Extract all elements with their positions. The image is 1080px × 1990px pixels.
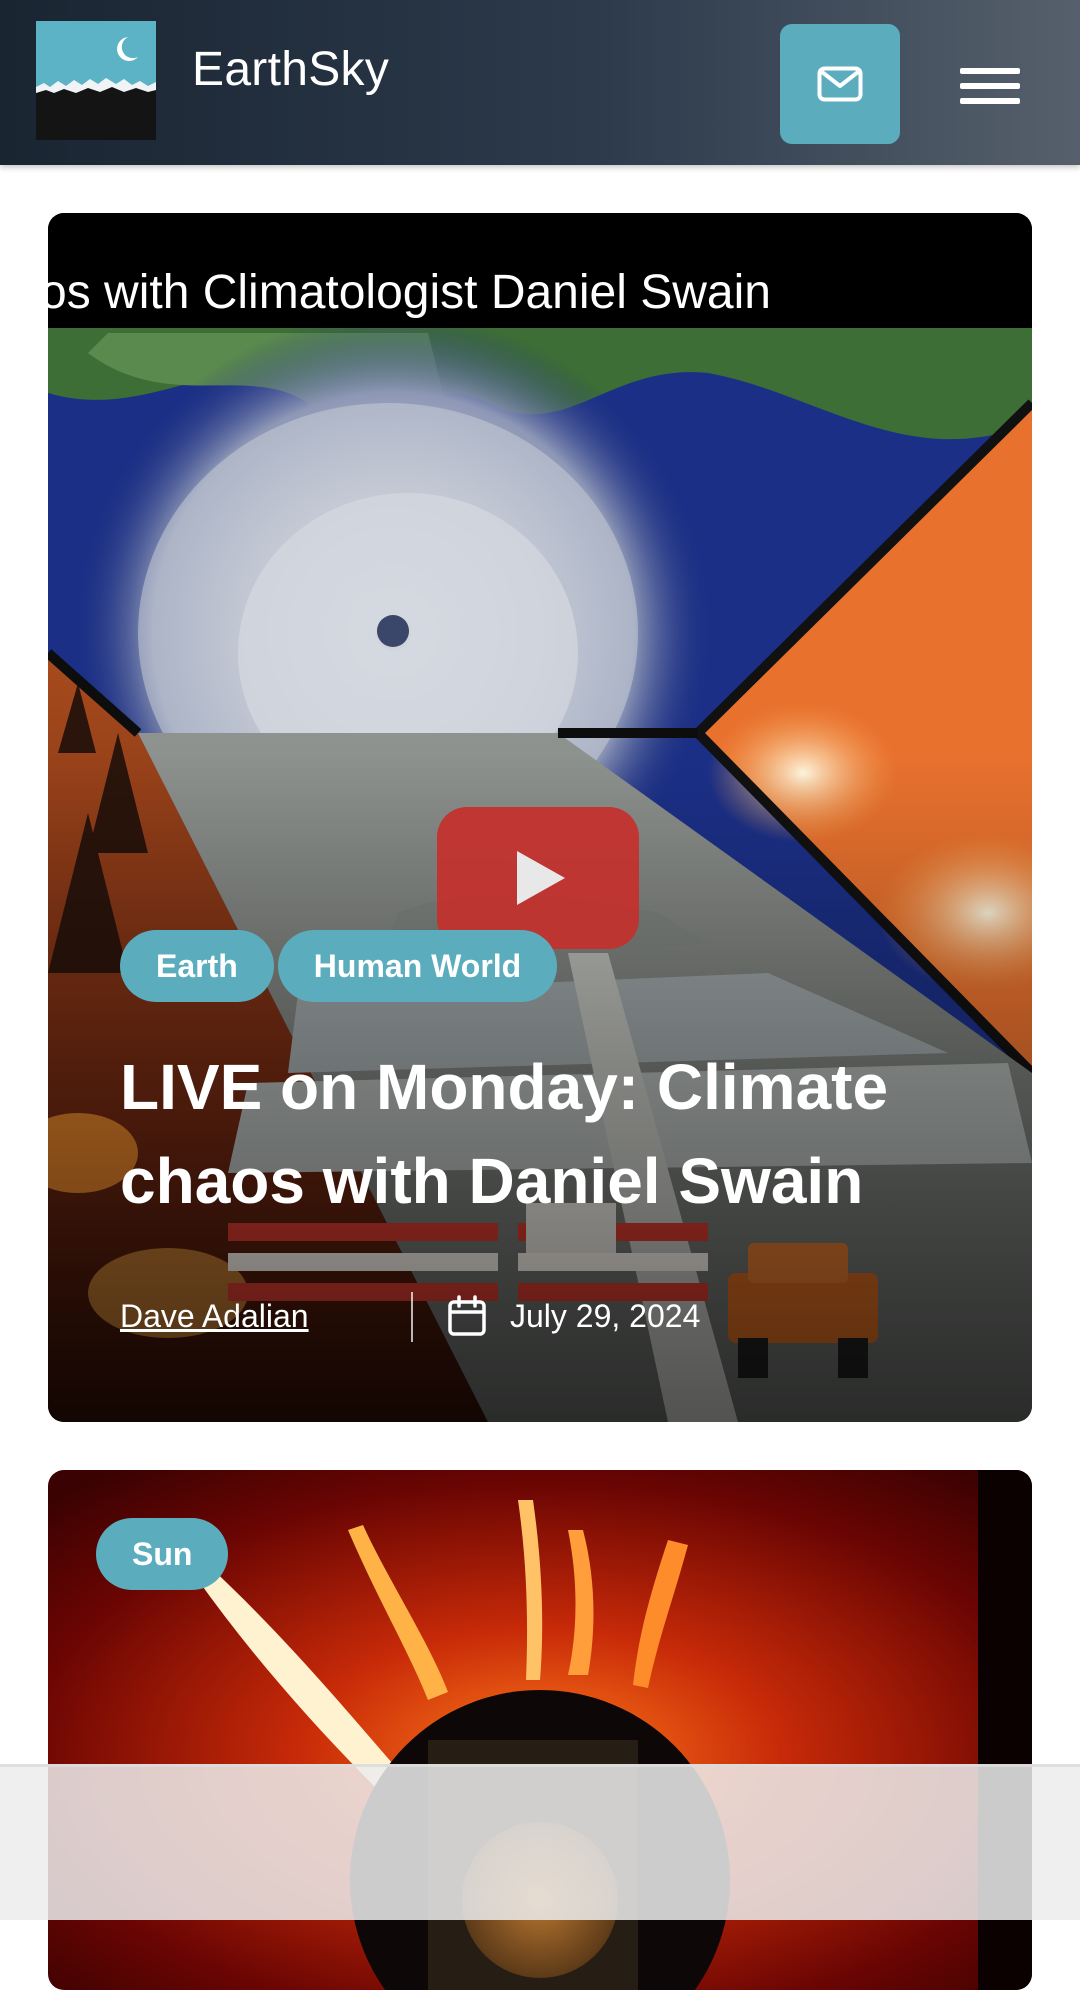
video-play-button[interactable] xyxy=(437,807,639,949)
hamburger-menu-icon xyxy=(960,83,1020,89)
category-tag-sun[interactable]: Sun xyxy=(96,1518,229,1590)
site-header: EarthSky xyxy=(0,0,1080,165)
site-name[interactable]: EarthSky xyxy=(192,42,389,98)
calendar-icon xyxy=(448,1295,486,1336)
featured-post-card[interactable]: os with Climatologist Daniel Swain Earth… xyxy=(48,213,1032,1422)
post-date: July 29, 2024 xyxy=(510,1298,701,1334)
hamburger-menu-icon xyxy=(960,98,1020,104)
post-title[interactable]: LIVE on Monday: Climate chaos with Danie… xyxy=(120,1040,960,1228)
bottom-banner-overlay xyxy=(0,1764,1080,1920)
mail-icon xyxy=(817,66,863,102)
earthsky-logo[interactable] xyxy=(36,21,156,140)
meta-divider xyxy=(411,1292,413,1342)
category-tag-earth[interactable]: Earth xyxy=(120,930,274,1002)
earthsky-moon-mountain-logo-icon xyxy=(36,21,156,140)
video-title-overlay: os with Climatologist Daniel Swain xyxy=(48,266,771,319)
newsletter-mail-button[interactable] xyxy=(780,24,900,144)
author-link[interactable]: Dave Adalian xyxy=(120,1298,309,1335)
hamburger-menu-icon xyxy=(960,68,1020,74)
hamburger-menu-button[interactable] xyxy=(948,58,1032,114)
youtube-play-icon xyxy=(437,807,639,949)
category-tags: Earth Human World xyxy=(120,930,558,1002)
category-tag-human-world[interactable]: Human World xyxy=(277,930,558,1002)
category-tags: Sun xyxy=(96,1518,229,1590)
post-meta: Dave Adalian July 29, 2024 xyxy=(120,1290,960,1344)
